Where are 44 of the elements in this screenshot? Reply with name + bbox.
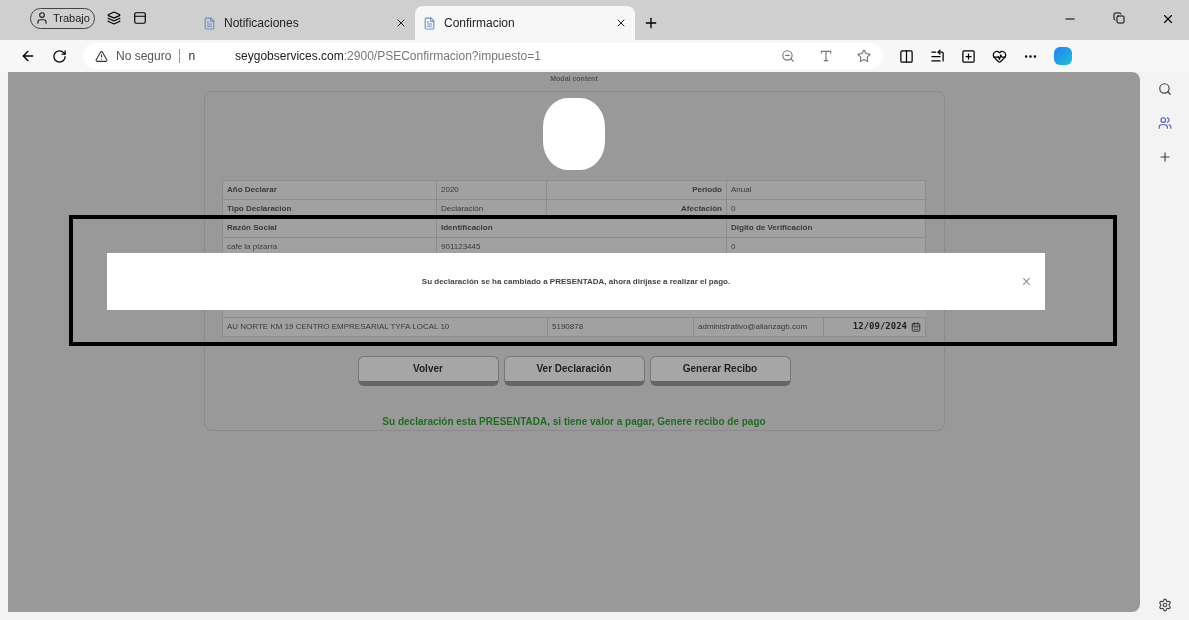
table-cell: Periodo: [547, 180, 727, 200]
collections-icon[interactable]: [961, 48, 976, 64]
close-icon[interactable]: [1161, 12, 1175, 26]
calendar-icon[interactable]: [911, 321, 921, 332]
action-button[interactable]: Ver Declaración: [503, 355, 645, 386]
date-field[interactable]: 12/09/2024: [824, 317, 926, 337]
settings-icon[interactable]: [1157, 598, 1172, 612]
status-message: Su declaración esta PRESENTADA, si tiene valor a pagar, Genere recibo de pago: [382, 414, 766, 429]
address-bar[interactable]: No seguro n seygobservices.com:2900/PSEConfirmacion?impuesto=1: [83, 43, 883, 69]
page-icon: [203, 16, 216, 30]
table-cell: 5190878: [548, 317, 694, 337]
toast-message: Su declaración se ha cambiado a PRESENTADA, ahora diríjase a realizar el pago.: [421, 275, 731, 288]
table-cell: Año Declarar: [223, 180, 437, 200]
table-cell: administrativo@alianzagb.com: [694, 317, 824, 337]
table-cell: Declaración: [437, 199, 547, 219]
table-cell: Tipo Declaracion: [223, 199, 437, 219]
health-icon[interactable]: [992, 48, 1007, 64]
add-icon[interactable]: [1157, 150, 1172, 164]
table-cell: Razón Social: [223, 218, 437, 238]
favorite-icon[interactable]: [857, 49, 871, 63]
letter-icon[interactable]: [819, 49, 833, 63]
table-cell: Identificacion: [437, 218, 727, 238]
table-cell: Digito de Verificación: [727, 218, 926, 238]
table-cell: 0: [727, 199, 926, 219]
zoom-out-icon[interactable]: [781, 49, 795, 63]
table-cell: Afectación: [547, 199, 727, 219]
page-icon: [423, 16, 436, 30]
browser-tab[interactable]: Confirmacion: [415, 6, 635, 40]
table-cell: AU NORTE KM 19 CENTRO EMPRESARIAL TYFA LOCAL 10: [223, 317, 548, 337]
back-icon[interactable]: [20, 48, 36, 64]
warning-icon: [95, 49, 108, 63]
reload-icon[interactable]: [52, 48, 67, 64]
search-icon[interactable]: [1157, 82, 1172, 96]
restore-icon[interactable]: [1113, 12, 1125, 24]
close-tab-icon[interactable]: [615, 17, 627, 29]
split-screen-icon[interactable]: [899, 48, 914, 64]
action-button[interactable]: Volver: [357, 355, 499, 386]
browser-tab[interactable]: Notificaciones: [195, 6, 415, 40]
new-tab-icon[interactable]: [643, 15, 659, 31]
table-cell: Anual: [727, 180, 926, 200]
close-tab-icon[interactable]: [395, 17, 407, 29]
action-button[interactable]: Generar Recibo: [649, 355, 791, 386]
person-icon: [35, 11, 49, 26]
table-cell: 2020: [437, 180, 547, 200]
